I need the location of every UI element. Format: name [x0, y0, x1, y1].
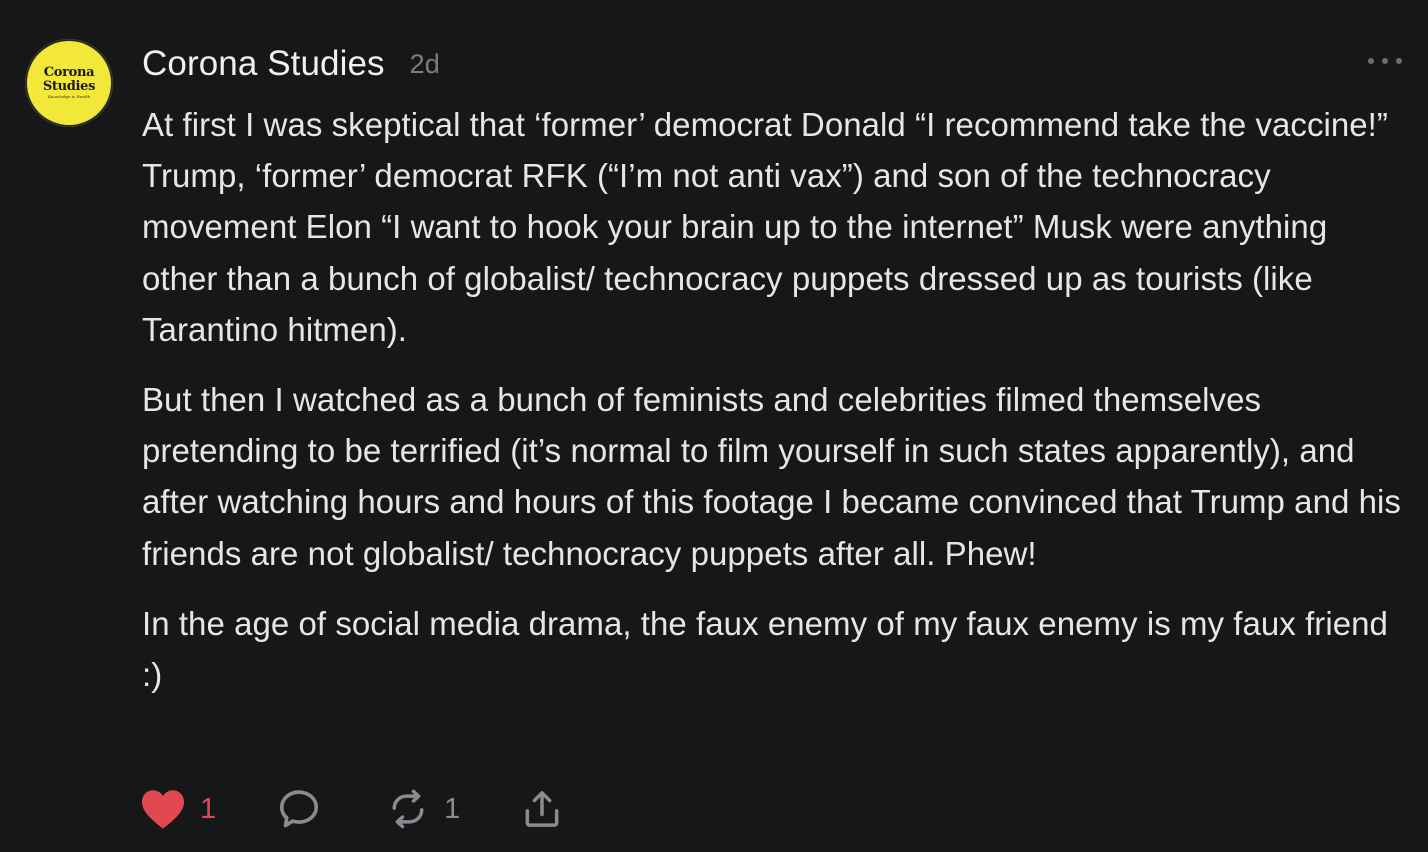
more-options-icon[interactable]	[1368, 50, 1402, 72]
post-header: Corona Studies 2d	[142, 42, 440, 86]
post-paragraph: But then I watched as a bunch of feminis…	[142, 381, 1401, 572]
author-name[interactable]: Corona Studies	[142, 44, 385, 84]
share-button[interactable]	[520, 787, 564, 831]
like-count: 1	[200, 792, 217, 825]
timestamp[interactable]: 2d	[410, 49, 440, 80]
dot	[1382, 58, 1388, 64]
restack-icon	[392, 789, 424, 829]
heart-icon	[142, 790, 184, 829]
avatar-text-line1: Corona	[43, 65, 95, 80]
dot	[1396, 58, 1402, 64]
avatar[interactable]: Corona Studies Knowledge is Health	[25, 39, 113, 127]
restack-count: 1	[444, 792, 461, 825]
note-post: Corona Studies Knowledge is Health Coron…	[0, 0, 1428, 852]
post-paragraph: At first I was skeptical that ‘former’ d…	[142, 106, 1388, 348]
share-icon	[525, 791, 559, 827]
post-paragraph: In the age of social media drama, the fa…	[142, 604, 1388, 694]
comment-button[interactable]	[276, 786, 322, 832]
comment-bubble-icon	[280, 790, 319, 828]
dot	[1368, 58, 1374, 64]
restack-button[interactable]: 1	[386, 787, 460, 831]
avatar-tagline: Knowledge is Health	[47, 94, 91, 99]
avatar-text-line2: Studies	[42, 79, 96, 94]
post-body: At first I was skeptical that ‘former’ d…	[142, 99, 1404, 719]
action-bar: 1 1	[140, 786, 564, 832]
like-button[interactable]: 1	[140, 788, 216, 830]
